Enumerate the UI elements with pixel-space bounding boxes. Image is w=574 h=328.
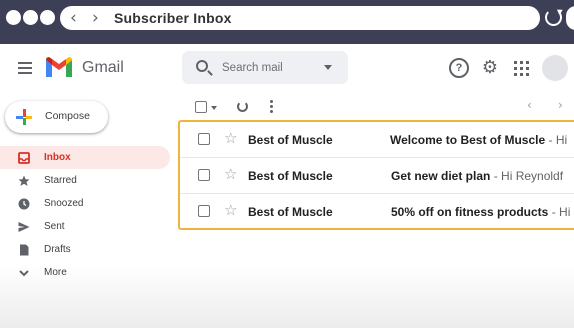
inbox-icon — [18, 152, 30, 164]
sidebar-item-starred[interactable]: Starred — [0, 169, 170, 192]
reload-icon[interactable] — [545, 9, 562, 26]
window-dot[interactable] — [6, 10, 21, 25]
email-sender: Best of Muscle — [248, 169, 333, 183]
select-all-checkbox[interactable] — [195, 101, 207, 113]
email-snippet: - Hi Reynoldf — [490, 169, 564, 183]
email-subject: Get new diet plan — [391, 169, 491, 183]
email-sender: Best of Muscle — [248, 205, 333, 219]
browser-toolbar: ‹ › Subscriber Inbox — [0, 0, 574, 44]
refresh-icon[interactable] — [237, 101, 248, 112]
sidebar-item-label: Starred — [44, 175, 77, 186]
email-row[interactable]: ☆ Best of Muscle Welcome to Best of Musc… — [180, 122, 574, 158]
search-input[interactable]: Search mail — [222, 62, 283, 74]
email-sender: Best of Muscle — [248, 133, 333, 147]
email-preview: 50% off on fitness products - Hi — [391, 205, 570, 219]
window-dot[interactable] — [23, 10, 38, 25]
sidebar-item-label: Sent — [44, 221, 65, 232]
star-icon[interactable]: ☆ — [224, 201, 237, 219]
sidebar-item-label: Snoozed — [44, 198, 84, 209]
apps-icon[interactable] — [512, 58, 532, 78]
email-row[interactable]: ☆ Best of Muscle Get new diet plan - Hi … — [180, 158, 574, 194]
email-preview: Get new diet plan - Hi Reynoldf — [391, 169, 563, 183]
sidebar-item-label: Inbox — [44, 152, 71, 163]
email-row[interactable]: ☆ Best of Muscle 50% off on fitness prod… — [180, 194, 574, 228]
select-options-icon[interactable] — [211, 106, 217, 110]
screen: ‹ › Subscriber Inbox Gmail Search mail ?… — [0, 0, 574, 328]
email-checkbox[interactable] — [198, 169, 210, 181]
chevron-down-icon — [19, 270, 29, 277]
app-name: Gmail — [82, 59, 124, 76]
sidebar-item-drafts[interactable]: Drafts — [0, 238, 170, 261]
star-icon[interactable]: ☆ — [224, 129, 237, 147]
star-icon — [18, 175, 30, 186]
email-subject: 50% off on fitness products — [391, 205, 549, 219]
star-icon[interactable]: ☆ — [224, 165, 237, 183]
more-options-icon[interactable] — [270, 100, 273, 113]
menu-icon[interactable] — [18, 62, 32, 74]
avatar[interactable] — [542, 55, 568, 81]
help-icon[interactable]: ? — [449, 58, 469, 78]
settings-icon[interactable]: ⚙ — [480, 58, 500, 78]
search-icon[interactable] — [196, 60, 208, 72]
clock-icon — [18, 198, 30, 210]
gmail-app: Gmail Search mail ? ⚙ Compose Inbox Star… — [0, 44, 574, 328]
chevron-left-icon[interactable]: ‹ — [527, 98, 532, 112]
compose-button[interactable]: Compose — [5, 101, 108, 133]
email-preview: Welcome to Best of Muscle - Hi — [390, 133, 567, 147]
email-subject: Welcome to Best of Muscle — [390, 133, 546, 147]
sidebar-item-inbox[interactable]: Inbox — [0, 146, 170, 169]
window-dot[interactable] — [40, 10, 55, 25]
email-checkbox[interactable] — [198, 133, 210, 145]
chevron-right-icon[interactable]: › — [558, 98, 563, 112]
chevron-right-icon[interactable]: › — [92, 9, 99, 27]
search-box[interactable]: Search mail — [182, 51, 348, 84]
email-snippet: - Hi — [548, 205, 571, 219]
sidebar-item-more[interactable]: More — [0, 261, 170, 284]
send-icon — [18, 222, 30, 232]
tab-title: Subscriber Inbox — [114, 10, 232, 26]
sidebar-item-label: More — [44, 267, 67, 278]
sidebar-item-sent[interactable]: Sent — [0, 215, 170, 238]
address-bar[interactable]: ‹ › Subscriber Inbox — [60, 6, 540, 30]
draft-icon — [20, 244, 29, 256]
email-checkbox[interactable] — [198, 205, 210, 217]
sidebar-item-label: Drafts — [44, 244, 71, 255]
next-tab[interactable] — [566, 6, 574, 30]
email-snippet: - Hi — [545, 133, 568, 147]
search-options-icon[interactable] — [324, 65, 332, 70]
compose-label: Compose — [45, 110, 90, 122]
sidebar-item-snoozed[interactable]: Snoozed — [0, 192, 170, 215]
plus-icon — [16, 109, 32, 125]
gmail-logo-icon — [46, 57, 72, 77]
email-list: ☆ Best of Muscle Welcome to Best of Musc… — [178, 120, 574, 230]
chevron-left-icon[interactable]: ‹ — [70, 9, 77, 27]
